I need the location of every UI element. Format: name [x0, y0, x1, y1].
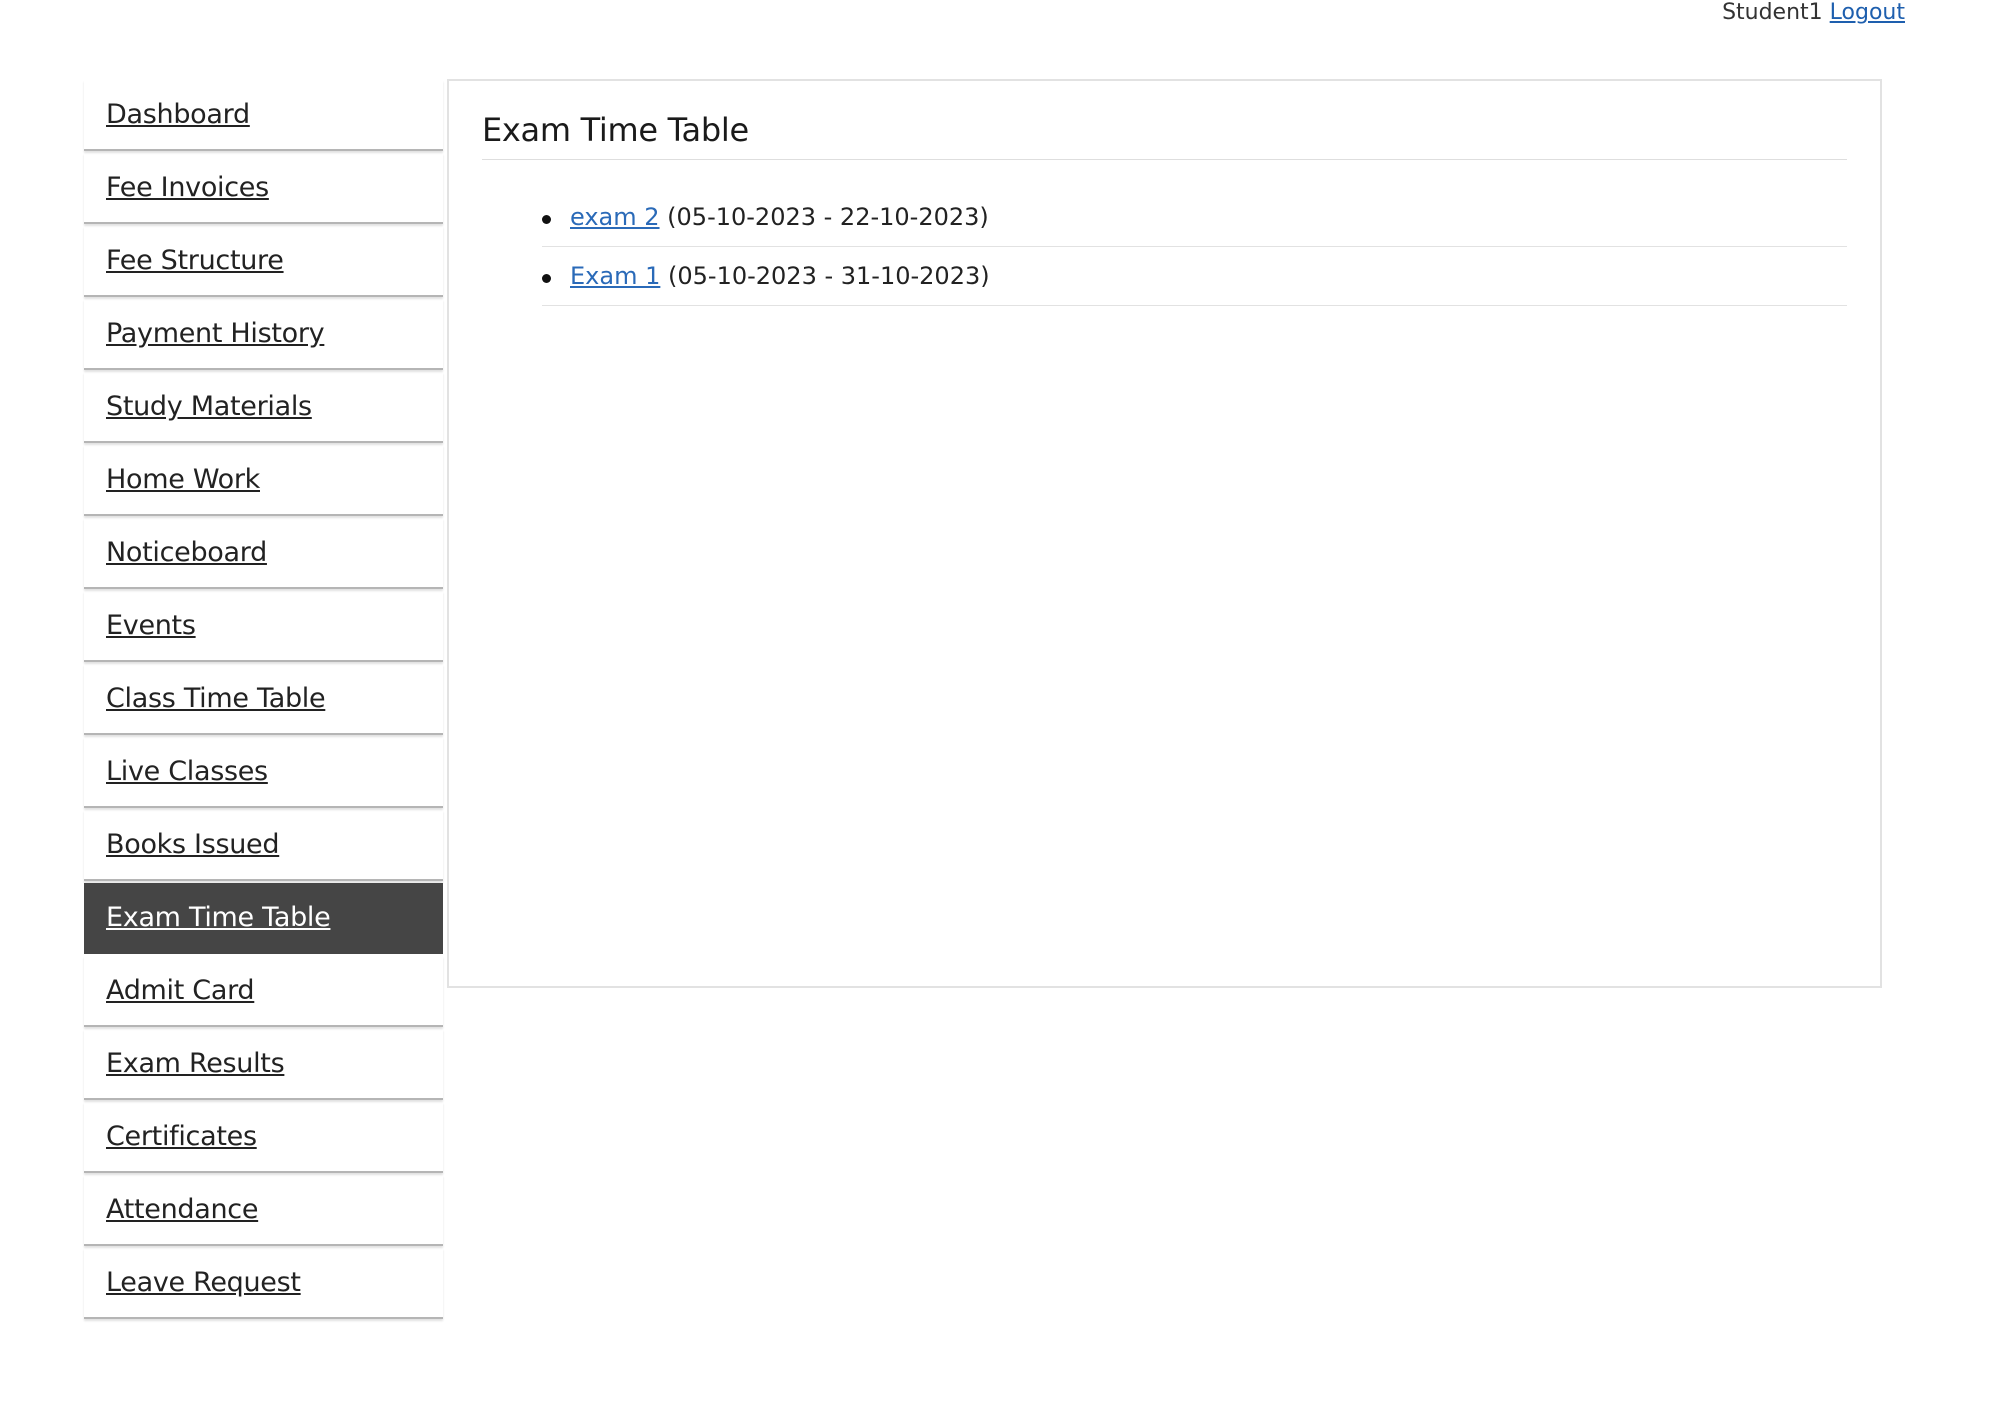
sidebar-link[interactable]: Admit Card: [106, 975, 255, 1006]
sidebar-item-live-classes[interactable]: Live Classes: [84, 737, 443, 808]
page-title: Exam Time Table: [482, 111, 1847, 160]
sidebar-link[interactable]: Exam Time Table: [106, 902, 331, 933]
sidebar-link[interactable]: Dashboard: [106, 99, 250, 130]
sidebar-item-leave-request[interactable]: Leave Request: [84, 1248, 443, 1319]
sidebar-link[interactable]: Home Work: [106, 464, 260, 495]
sidebar-link[interactable]: Study Materials: [106, 391, 312, 422]
logout-link[interactable]: Logout: [1830, 0, 1905, 25]
sidebar-link[interactable]: Class Time Table: [106, 683, 326, 714]
sidebar-item-dashboard[interactable]: Dashboard: [84, 80, 443, 151]
list-item: exam 2 (05-10-2023 - 22-10-2023): [542, 188, 1847, 247]
sidebar-link[interactable]: Fee Structure: [106, 245, 284, 276]
sidebar-link[interactable]: Noticeboard: [106, 537, 267, 568]
list-item: Exam 1 (05-10-2023 - 31-10-2023): [542, 247, 1847, 306]
sidebar-item-fee-invoices[interactable]: Fee Invoices: [84, 153, 443, 224]
sidebar-nav: Dashboard Fee Invoices Fee Structure Pay…: [84, 80, 443, 1321]
sidebar-item-study-materials[interactable]: Study Materials: [84, 372, 443, 443]
sidebar-item-books-issued[interactable]: Books Issued: [84, 810, 443, 881]
sidebar-item-attendance[interactable]: Attendance: [84, 1175, 443, 1246]
exam-dates: (05-10-2023 - 31-10-2023): [668, 262, 990, 290]
exam-dates: (05-10-2023 - 22-10-2023): [667, 203, 989, 231]
sidebar-item-exam-time-table[interactable]: Exam Time Table: [84, 883, 443, 954]
sidebar-item-noticeboard[interactable]: Noticeboard: [84, 518, 443, 589]
sidebar-item-payment-history[interactable]: Payment History: [84, 299, 443, 370]
sidebar-item-fee-structure[interactable]: Fee Structure: [84, 226, 443, 297]
sidebar-link[interactable]: Fee Invoices: [106, 172, 269, 203]
exam-link[interactable]: exam 2: [570, 203, 660, 231]
sidebar-link[interactable]: Leave Request: [106, 1267, 301, 1298]
sidebar-item-class-time-table[interactable]: Class Time Table: [84, 664, 443, 735]
bullet-icon: [542, 274, 551, 283]
sidebar-item-exam-results[interactable]: Exam Results: [84, 1029, 443, 1100]
exam-link[interactable]: Exam 1: [570, 262, 660, 290]
sidebar-item-admit-card[interactable]: Admit Card: [84, 956, 443, 1027]
sidebar-link[interactable]: Events: [106, 610, 196, 641]
username: Student1: [1722, 0, 1823, 25]
sidebar-item-events[interactable]: Events: [84, 591, 443, 662]
bullet-icon: [542, 215, 551, 224]
sidebar-link[interactable]: Exam Results: [106, 1048, 285, 1079]
sidebar-link[interactable]: Books Issued: [106, 829, 280, 860]
user-bar: Student1 Logout: [1722, 0, 1905, 26]
sidebar-link[interactable]: Attendance: [106, 1194, 258, 1225]
sidebar-item-home-work[interactable]: Home Work: [84, 445, 443, 516]
sidebar-link[interactable]: Live Classes: [106, 756, 268, 787]
sidebar-link[interactable]: Certificates: [106, 1121, 257, 1152]
sidebar-item-certificates[interactable]: Certificates: [84, 1102, 443, 1173]
exam-list: exam 2 (05-10-2023 - 22-10-2023) Exam 1 …: [542, 188, 1847, 306]
content-panel: Exam Time Table exam 2 (05-10-2023 - 22-…: [447, 79, 1882, 988]
sidebar-link[interactable]: Payment History: [106, 318, 325, 349]
